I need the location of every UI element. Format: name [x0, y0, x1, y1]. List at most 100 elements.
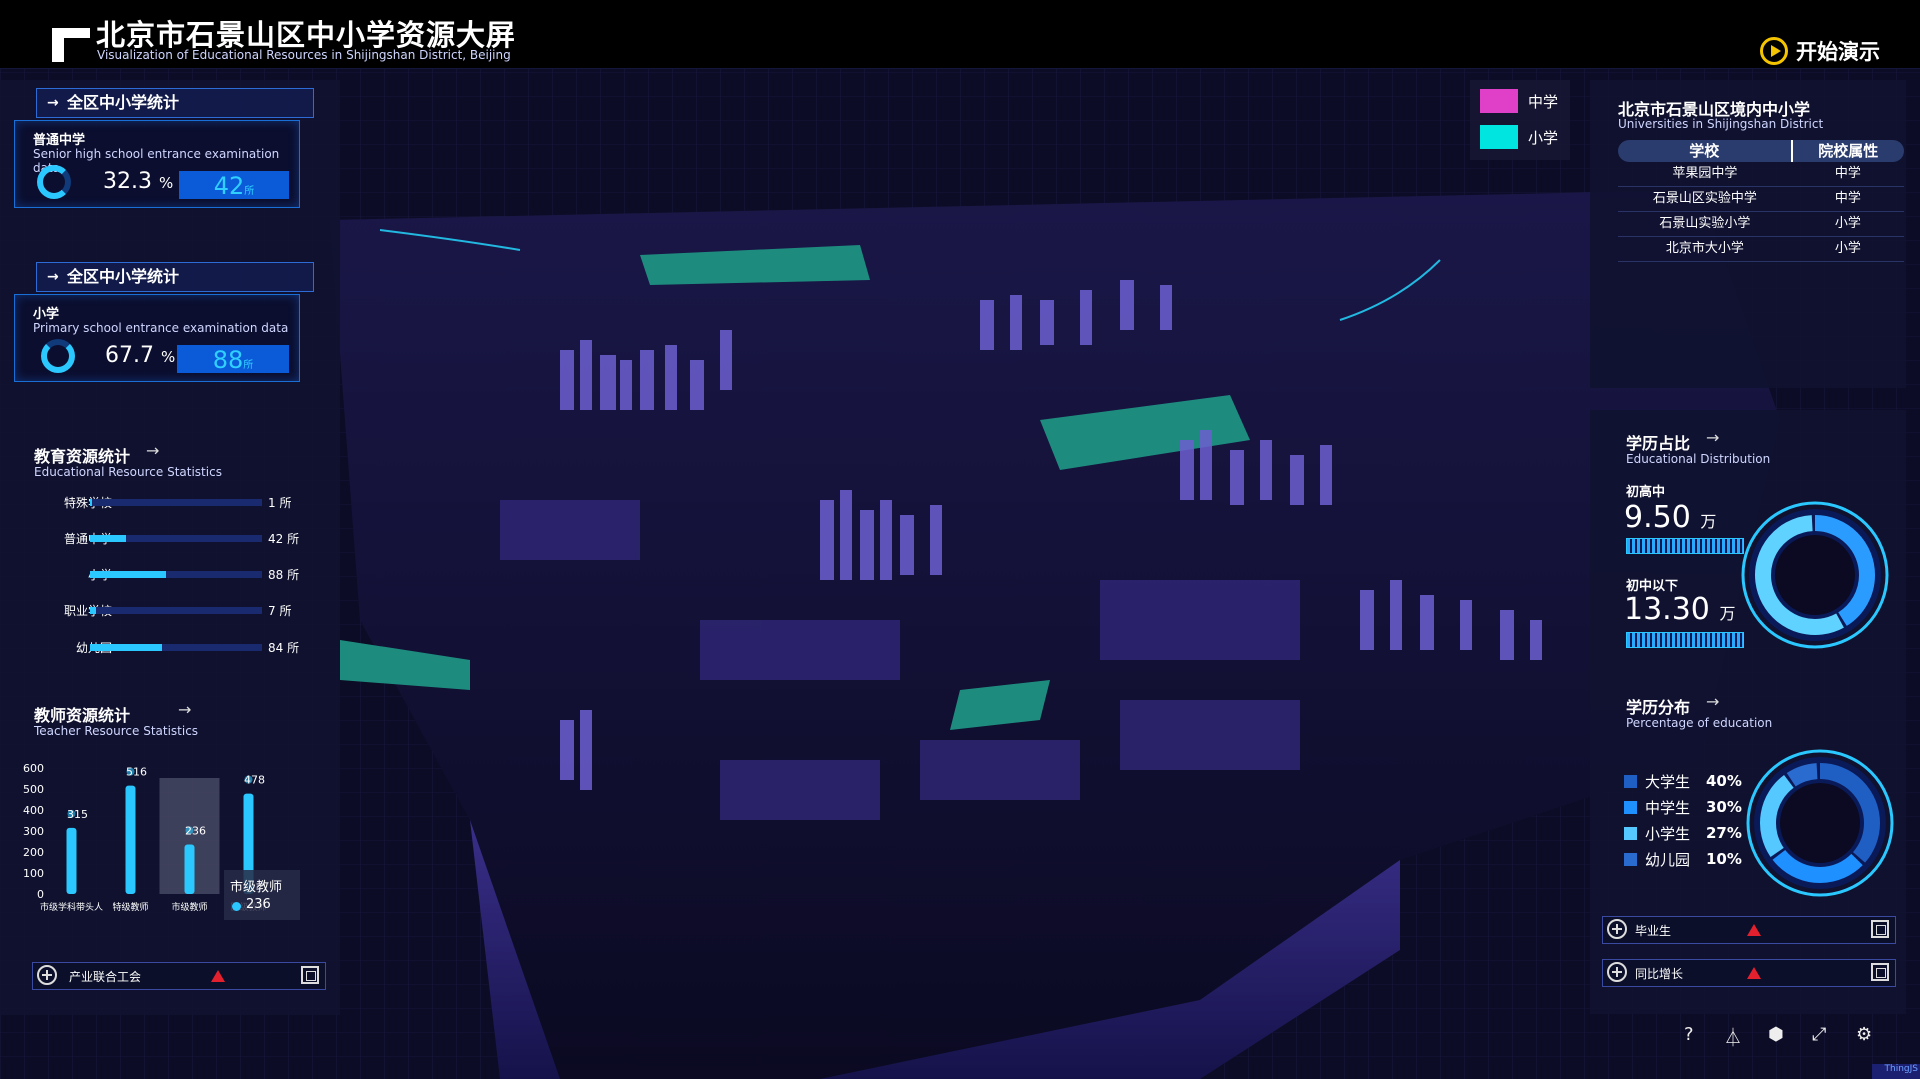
- map-legend: 中学 小学: [1470, 80, 1570, 160]
- fullscreen-icon[interactable]: [301, 966, 319, 984]
- table-header-cell: 院校属性: [1818, 142, 1879, 160]
- edu-dist-legend-item: 幼儿园 10%: [1624, 849, 1742, 869]
- left-footer-label: 产业联合工会: [69, 970, 142, 984]
- add-icon[interactable]: [1607, 919, 1627, 939]
- donut-hole: [1775, 535, 1855, 615]
- primary-ring-icon: [41, 339, 75, 373]
- edu-bar-track: [90, 499, 262, 506]
- settings-icon[interactable]: ⚙: [1856, 1024, 1872, 1045]
- edu-bar-row: 特殊学校 1 所: [30, 494, 300, 510]
- table-row[interactable]: 北京市大小学 小学: [1618, 237, 1904, 262]
- bar-value-label: 478: [244, 774, 265, 787]
- legend-swatch-primary: [1480, 125, 1518, 149]
- y-tick-label: 500: [23, 783, 44, 796]
- edu-bar-row: 小学 88 所: [30, 566, 300, 582]
- edu-dist-arrow-icon[interactable]: →: [1706, 692, 1719, 711]
- watermark: ThingJS: [1872, 1064, 1920, 1079]
- primary-school-card: 小学 Primary school entrance examination d…: [14, 294, 300, 382]
- edu-bar-row: 职业学校 7 所: [30, 602, 300, 618]
- add-icon[interactable]: [37, 965, 57, 985]
- start-demo-button[interactable]: 开始演示: [1760, 36, 1880, 66]
- teacher-bar: [125, 785, 136, 894]
- middle-ring-icon: [37, 165, 71, 199]
- edu-dist-title: 学历分布: [1626, 698, 1691, 717]
- legend-label: 小学: [1528, 128, 1559, 147]
- teacher-resources-arrow-icon[interactable]: →: [178, 700, 191, 719]
- yoy-growth-label: 同比增长: [1635, 967, 1684, 981]
- add-icon[interactable]: [1607, 962, 1627, 982]
- table-row[interactable]: 苹果园中学 中学: [1618, 162, 1904, 187]
- split-view-icon[interactable]: ⏃: [1724, 1024, 1742, 1050]
- table-cell: 中学: [1834, 166, 1861, 181]
- table-row[interactable]: 石景山区实验中学 中学: [1618, 187, 1904, 212]
- middle-school-card: 普通中学 Senior high school entrance examina…: [14, 120, 300, 208]
- edu-bar-fill: [90, 607, 96, 614]
- table-cell: 小学: [1834, 241, 1861, 256]
- header-bar: 北京市石景山区中小学资源大屏 Visualization of Educatio…: [0, 0, 1920, 69]
- middle-stats-tab[interactable]: 全区中小学统计: [36, 88, 314, 118]
- edu-bar-row: 幼儿园 84 所: [30, 639, 300, 655]
- bar-value-label: 315: [67, 808, 88, 821]
- tooltip-value: 236: [246, 897, 271, 912]
- legend-label: 幼儿园: [1645, 850, 1691, 869]
- cube-icon[interactable]: ⬢: [1768, 1024, 1784, 1045]
- schools-table: 学校 院校属性 苹果园中学 中学 石景山区实验中学 中学 石景山实验小学 小学 …: [1618, 140, 1904, 262]
- tooltip-dot-icon: [232, 902, 241, 911]
- teacher-bar: [66, 827, 77, 894]
- edu-bar-value: 7 所: [268, 604, 292, 618]
- graduates-row[interactable]: 毕业生: [1602, 916, 1896, 944]
- legend-swatch: [1624, 774, 1637, 788]
- table-header-cell: 学校: [1618, 140, 1793, 162]
- x-tick-label: 市级学科带头人: [40, 901, 103, 913]
- y-tick-label: 400: [23, 804, 44, 817]
- primary-card-subtitle: Primary school entrance examination data: [33, 321, 289, 335]
- logo-icon: [52, 28, 90, 62]
- edu-dist-donut: [1746, 749, 1894, 897]
- y-tick-label: 200: [23, 846, 44, 859]
- primary-stats-tab[interactable]: 全区中小学统计: [36, 262, 314, 292]
- bar-value-label: 516: [126, 766, 147, 779]
- primary-percent: 67.7 %: [105, 343, 176, 368]
- edu-share-label-1: 初高中: [1626, 485, 1666, 500]
- edu-share-subtitle: Educational Distribution: [1626, 452, 1771, 466]
- legend-swatch: [1624, 852, 1637, 866]
- schools-subtitle: Universities in Shijingshan District: [1618, 117, 1824, 131]
- legend-label: 小学生: [1645, 824, 1691, 843]
- table-cell: 苹果园中学: [1672, 166, 1738, 181]
- table-header: 学校 院校属性: [1618, 140, 1904, 162]
- yoy-growth-row[interactable]: 同比增长: [1602, 959, 1896, 987]
- primary-count: 88所: [177, 345, 289, 374]
- bar-value-label: 236: [185, 824, 206, 837]
- edu-dist-subtitle: Percentage of education: [1626, 716, 1773, 730]
- teacher-resources-subtitle: Teacher Resource Statistics: [34, 724, 199, 738]
- fullscreen-icon[interactable]: [1871, 963, 1889, 981]
- fullscreen-icon[interactable]: [1871, 920, 1889, 938]
- edu-share-value-1: 9.50 万: [1624, 500, 1717, 535]
- legend-percent: 40%: [1706, 772, 1742, 790]
- chart-tooltip: 市级教师 236: [224, 870, 300, 920]
- legend-item-primary[interactable]: 小学: [1480, 124, 1558, 150]
- edu-bar-value: 88 所: [268, 568, 300, 582]
- table-cell: 北京市大小学: [1665, 241, 1744, 256]
- table-row[interactable]: 石景山实验小学 小学: [1618, 212, 1904, 237]
- edu-bar-track: [90, 535, 262, 542]
- edu-share-bar-1: [1626, 538, 1744, 554]
- legend-label: 大学生: [1645, 772, 1691, 791]
- help-icon[interactable]: ?: [1684, 1024, 1694, 1045]
- legend-item-middle[interactable]: 中学: [1480, 88, 1558, 114]
- middle-count: 42所: [179, 171, 289, 200]
- y-tick-label: 0: [37, 888, 44, 901]
- edu-bar-fill: [90, 499, 92, 506]
- table-cell: 中学: [1834, 191, 1861, 206]
- edu-share-donut: [1741, 501, 1889, 649]
- edu-share-bar-2: [1626, 632, 1744, 648]
- legend-percent: 30%: [1706, 798, 1742, 816]
- edu-dist-legend-item: 中学生 30%: [1624, 797, 1742, 817]
- donut-hole: [1780, 783, 1860, 863]
- trend-up-icon: [1747, 924, 1761, 936]
- edu-share-arrow-icon[interactable]: →: [1706, 428, 1719, 447]
- left-footer-row[interactable]: 产业联合工会: [32, 962, 326, 990]
- legend-label: 中学生: [1645, 798, 1691, 817]
- edu-resources-arrow-icon[interactable]: →: [146, 441, 159, 460]
- expand-icon[interactable]: ⤢: [1812, 1024, 1826, 1045]
